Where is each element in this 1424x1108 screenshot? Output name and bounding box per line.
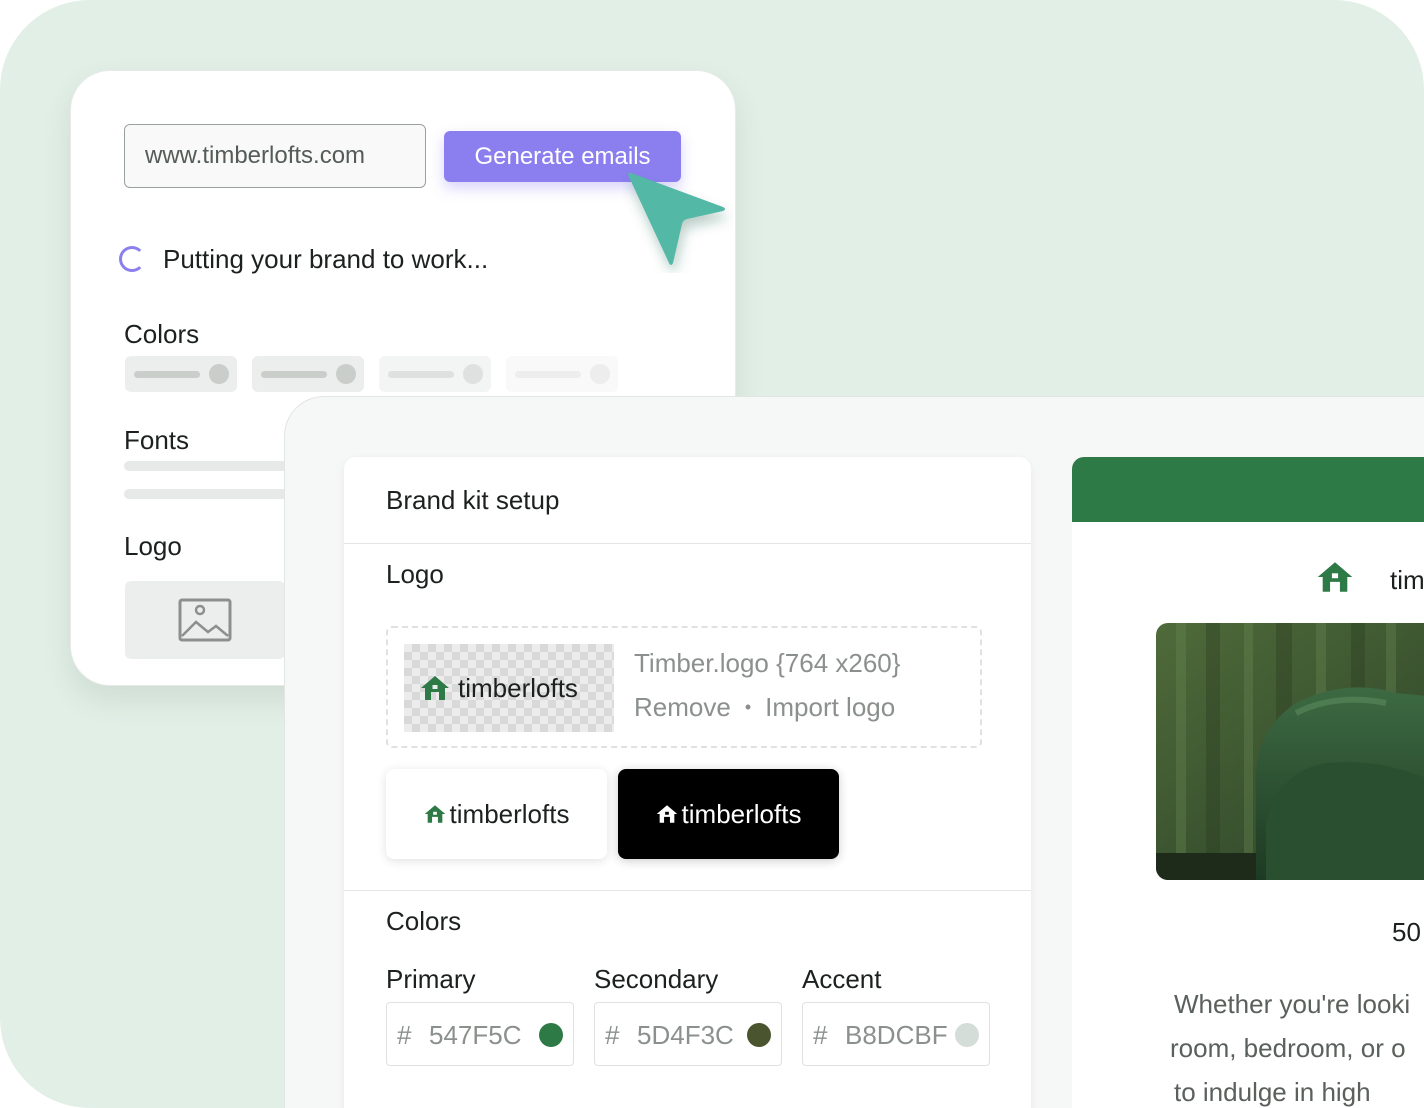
logo-placeholder xyxy=(125,581,285,659)
background-canvas: www.timberlofts.com Generate emails Putt… xyxy=(0,0,1424,1108)
house-logo-icon xyxy=(656,805,677,823)
accent-hex-value: B8DCBF xyxy=(845,1020,948,1050)
house-logo-icon xyxy=(424,805,445,823)
separator: • xyxy=(744,697,752,717)
website-url-input[interactable]: www.timberlofts.com xyxy=(124,124,426,188)
logo-variant-dark-text: timberlofts xyxy=(681,798,802,829)
secondary-hex-value: 5D4F3C xyxy=(637,1020,734,1050)
fonts-heading: Fonts xyxy=(124,425,190,455)
brand-kit-card: Brand kit setup Logo timberlofts Timber.… xyxy=(344,457,1031,1108)
loading-status: Putting your brand to work... xyxy=(119,243,488,275)
logo-actions: Remove • Import logo xyxy=(634,692,895,723)
hash-prefix: # xyxy=(397,1020,412,1050)
logo-variant-dark[interactable]: timberlofts xyxy=(618,769,839,859)
loading-text: Putting your brand to work... xyxy=(163,243,489,274)
secondary-swatch[interactable] xyxy=(747,1023,771,1047)
accent-color-input[interactable]: # B8DCBF xyxy=(802,1002,990,1066)
color-placeholder xyxy=(506,356,618,392)
house-logo-icon xyxy=(1317,562,1353,592)
brand-kit-title: Brand kit setup xyxy=(386,485,560,515)
colors-section-heading: Colors xyxy=(386,906,462,936)
image-icon xyxy=(178,598,232,642)
hero-image xyxy=(1156,623,1424,880)
primary-hex-value: 547F5C xyxy=(429,1020,522,1050)
logo-preview-text: timberlofts xyxy=(458,672,578,703)
email-brand-text: tim xyxy=(1390,565,1424,595)
logo-dropzone[interactable]: timberlofts Timber.logo {764 x260} Remov… xyxy=(386,626,982,748)
logo-variant-light[interactable]: timberlofts xyxy=(386,769,607,859)
secondary-color-label: Secondary xyxy=(594,964,719,994)
accent-swatch[interactable] xyxy=(955,1023,979,1047)
email-paragraph-line: Whether you're looki xyxy=(1174,989,1411,1019)
armchair-photo xyxy=(1156,623,1424,880)
email-preview-card: tim 50 Whether you're looki room, bedroo… xyxy=(1072,457,1424,1108)
email-paragraph-line: to indulge in high xyxy=(1174,1077,1371,1107)
color-placeholder xyxy=(125,356,237,392)
logo-variant-light-text: timberlofts xyxy=(449,798,570,829)
email-number-text: 50 xyxy=(1392,917,1421,947)
logo-file-info: Timber.logo {764 x260} xyxy=(634,648,901,678)
remove-logo-link[interactable]: Remove xyxy=(634,692,731,723)
hash-prefix: # xyxy=(605,1020,620,1050)
mouse-cursor-icon xyxy=(628,172,725,265)
secondary-color-input[interactable]: # 5D4F3C xyxy=(594,1002,782,1066)
hash-prefix: # xyxy=(813,1020,828,1050)
logo-heading: Logo xyxy=(124,531,182,561)
divider xyxy=(344,890,1031,891)
email-logo xyxy=(1316,561,1354,593)
divider xyxy=(344,543,1031,544)
color-placeholder xyxy=(379,356,491,392)
email-paragraph-line: room, bedroom, or o xyxy=(1170,1033,1406,1063)
import-logo-link[interactable]: Import logo xyxy=(765,692,895,723)
loading-spinner-icon xyxy=(119,246,145,272)
color-placeholder xyxy=(252,356,364,392)
logo-section-heading: Logo xyxy=(386,559,444,589)
email-header-bar xyxy=(1072,457,1424,522)
logo-preview: timberlofts xyxy=(404,644,614,732)
house-logo-icon xyxy=(421,676,449,700)
primary-color-input[interactable]: # 547F5C xyxy=(386,1002,574,1066)
primary-swatch[interactable] xyxy=(539,1023,563,1047)
accent-color-label: Accent xyxy=(802,964,882,994)
primary-color-label: Primary xyxy=(386,964,476,994)
colors-heading: Colors xyxy=(124,319,200,349)
